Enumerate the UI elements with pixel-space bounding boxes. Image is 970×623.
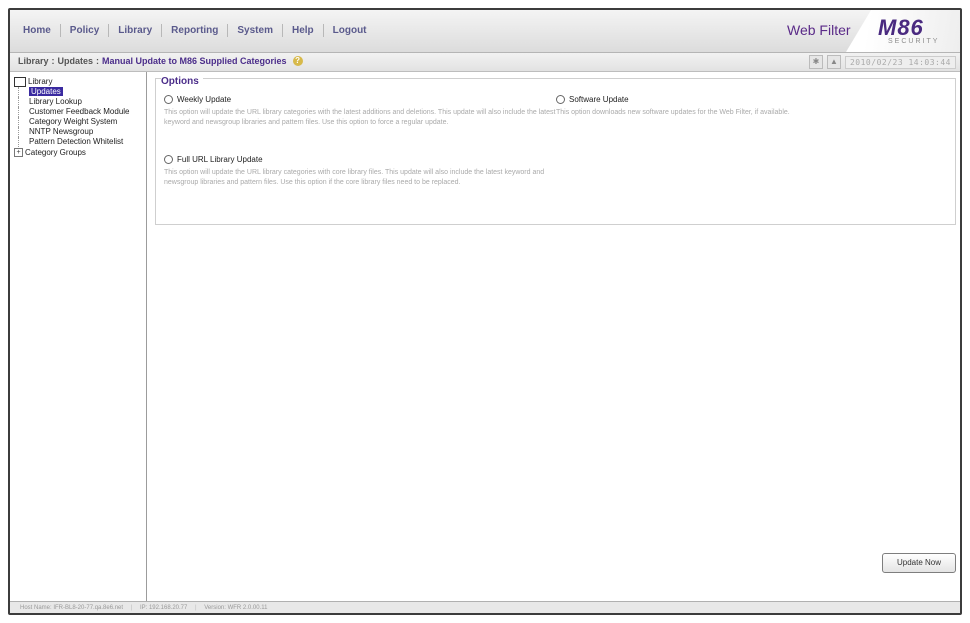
full-update-desc: This option will update the URL library … [164, 169, 545, 186]
sidebar-item-label: Category Weight System [29, 117, 118, 126]
sidebar-item-customer-feedback[interactable]: Customer Feedback Module [18, 107, 146, 117]
weekly-update-radio[interactable] [164, 95, 173, 104]
sidebar-item-label: Customer Feedback Module [29, 107, 130, 116]
full-update-radio[interactable] [164, 155, 173, 164]
sidebar-item-library-lookup[interactable]: Library Lookup [18, 97, 146, 107]
options-title: Options [161, 76, 203, 87]
status-divider: | [130, 605, 133, 611]
sidebar-item-category-groups[interactable]: + Category Groups [14, 147, 146, 157]
weekly-update-radio-row[interactable]: Weekly Update [164, 95, 556, 104]
weekly-update-label: Weekly Update [177, 95, 232, 104]
nav-library[interactable]: Library [109, 24, 163, 37]
software-update-option: Software Update This option downloads ne… [556, 95, 946, 118]
nav-policy[interactable]: Policy [61, 24, 110, 37]
folder-open-icon [14, 76, 26, 87]
library-tree: Library Updates Library Lookup Customer … [10, 72, 146, 157]
expand-icon[interactable]: + [14, 147, 23, 157]
sidebar: Library Updates Library Lookup Customer … [10, 72, 147, 601]
network-icon[interactable]: ✱ [808, 55, 823, 69]
full-update-radio-row[interactable]: Full URL Library Update [164, 155, 556, 164]
sidebar-item-label: Updates [29, 87, 63, 96]
tree-root-library[interactable]: Library [14, 76, 146, 87]
breadcrumb-bar: Library : Updates : Manual Update to M86… [10, 53, 960, 72]
main-panel: Options Weekly Update This option will u… [147, 72, 960, 601]
sidebar-item-pattern-whitelist[interactable]: Pattern Detection Whitelist [18, 137, 146, 147]
breadcrumb-tools: ✱ ▲ 2010/02/23 14:03:44 [808, 55, 956, 69]
software-update-radio[interactable] [556, 95, 565, 104]
page-title: Manual Update to M86 Supplied Categories [102, 56, 287, 66]
breadcrumb-updates: Updates [57, 56, 94, 66]
window-frame: Home Policy Library Reporting System Hel… [8, 8, 962, 615]
nav-reporting[interactable]: Reporting [162, 24, 229, 37]
status-divider: | [195, 605, 197, 611]
nav-help[interactable]: Help [283, 24, 324, 37]
sidebar-item-updates[interactable]: Updates [18, 87, 146, 97]
user-icon[interactable]: ▲ [826, 55, 841, 69]
breadcrumb: Library : Updates : Manual Update to M86… [18, 56, 303, 66]
software-update-label: Software Update [569, 95, 629, 104]
software-update-radio-row[interactable]: Software Update [556, 95, 946, 104]
update-now-button[interactable]: Update Now [882, 553, 956, 573]
breadcrumb-separator: : [51, 56, 55, 66]
status-version: Version: WFR 2.0.00.11 [204, 605, 268, 611]
breadcrumb-library: Library [18, 56, 49, 66]
software-update-desc: This option downloads new software updat… [556, 109, 790, 116]
options-fieldset: Options Weekly Update This option will u… [155, 76, 956, 225]
window-content: Home Policy Library Reporting System Hel… [10, 10, 960, 613]
sidebar-item-label: NNTP Newsgroup [29, 127, 94, 136]
nav-logout[interactable]: Logout [324, 24, 376, 37]
sidebar-item-label: Library Lookup [29, 97, 82, 106]
nav-system[interactable]: System [228, 24, 283, 37]
logo: M86 SECURITY [846, 10, 960, 52]
sidebar-item-nntp-newsgroup[interactable]: NNTP Newsgroup [18, 127, 146, 137]
server-datetime: 2010/02/23 14:03:44 [844, 55, 956, 69]
status-ip: IP: 192.168.20.77 [139, 605, 188, 611]
product-name: Web Filter [787, 22, 851, 38]
logo-subtext: SECURITY [888, 38, 940, 45]
weekly-update-option: Weekly Update This option will update th… [164, 95, 556, 128]
weekly-update-desc: This option will update the URL library … [164, 109, 556, 126]
top-nav-bar: Home Policy Library Reporting System Hel… [10, 10, 960, 53]
status-host: Host Name: IFR-BL8-20-77.qa.8e6.net [20, 605, 124, 611]
sidebar-item-category-weight[interactable]: Category Weight System [18, 117, 146, 127]
full-update-label: Full URL Library Update [177, 155, 263, 164]
sidebar-item-label: Pattern Detection Whitelist [29, 137, 124, 146]
help-icon[interactable]: ? [292, 56, 303, 66]
nav-home[interactable]: Home [14, 24, 61, 37]
breadcrumb-separator: : [96, 56, 100, 66]
sidebar-group-label: Category Groups [25, 147, 86, 157]
status-bar: Host Name: IFR-BL8-20-77.qa.8e6.net | IP… [10, 601, 960, 613]
full-update-option: Full URL Library Update This option will… [164, 155, 556, 188]
tree-root-label: Library [28, 77, 53, 86]
main-menu: Home Policy Library Reporting System Hel… [14, 24, 376, 37]
